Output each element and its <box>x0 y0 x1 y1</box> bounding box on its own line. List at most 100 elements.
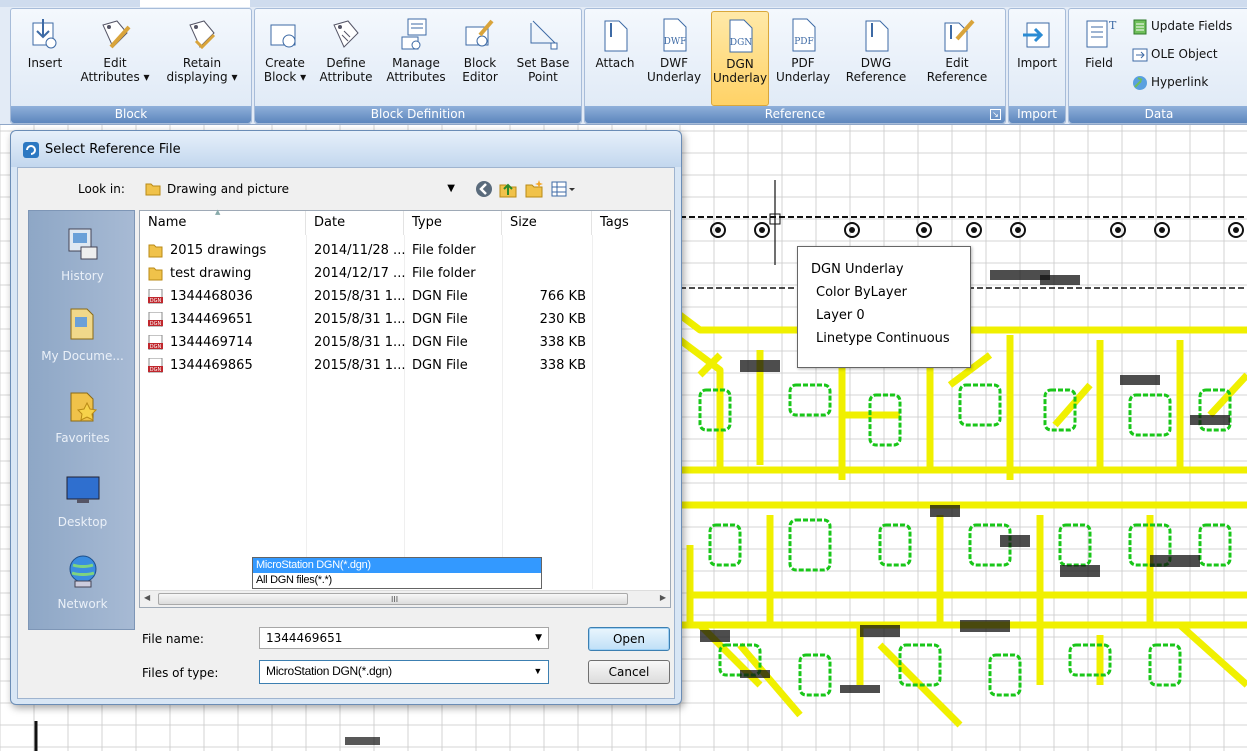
file-row[interactable]: DGN 1344469865 2015/8/31 1... DGN File 338 K… <box>140 354 670 377</box>
pdf-underlay-button[interactable]: PDF PDF Underlay <box>773 11 833 106</box>
column-header-tags[interactable]: Tags <box>592 211 670 235</box>
create-block-icon <box>270 24 296 48</box>
places-favorites-label: Favorites <box>55 431 110 445</box>
file-name-input[interactable]: 1344469651 ▼ <box>259 627 549 649</box>
look-in-dropdown[interactable]: Drawing and picture ▼ <box>139 179 459 201</box>
files-of-type-value: MicroStation DGN(*.dgn) <box>266 664 392 678</box>
file-name-cell: test drawing <box>170 266 252 281</box>
column-header-size[interactable]: Size <box>502 211 592 235</box>
panel-reference: Attach DWF DWF Underlay DGN DGN Underlay… <box>584 8 1006 124</box>
svg-text:DGN: DGN <box>150 367 162 373</box>
file-row[interactable]: DGN 1344469714 2015/8/31 1... DGN File 338 K… <box>140 331 670 354</box>
field-label: Field <box>1085 56 1113 70</box>
places-desktop[interactable]: Desktop <box>29 469 136 529</box>
file-name-cell: 2015 drawings <box>170 243 267 258</box>
scroll-right-icon[interactable]: ▶ <box>660 593 666 602</box>
file-row[interactable]: test drawing 2014/12/17 ... File folder <box>140 262 670 285</box>
places-my-documents[interactable]: My Docume... <box>29 303 136 363</box>
file-name-cell: 1344468036 <box>170 289 253 304</box>
set-base-point-button[interactable]: Set Base Point <box>509 11 577 106</box>
file-row[interactable]: 2015 drawings 2014/11/28 ... File folder <box>140 239 670 262</box>
field-button[interactable]: T Field <box>1073 11 1125 106</box>
dialog-titlebar[interactable]: Select Reference File <box>11 131 681 167</box>
ribbon: Insert Edit Attributes ▾ Retain displayi… <box>0 0 1247 125</box>
folder-icon <box>148 267 163 281</box>
update-fields-icon <box>1133 19 1147 34</box>
define-attribute-label: Define Attribute <box>319 56 373 84</box>
retain-displaying-label: Retain displaying ▾ <box>166 56 238 84</box>
tooltip-title: DGN Underlay <box>811 262 904 277</box>
file-name-cell: 1344469865 <box>170 358 253 373</box>
attach-button[interactable]: Attach <box>589 11 641 106</box>
dgn-underlay-tooltip: DGN Underlay Color ByLayer Layer 0 Linet… <box>797 246 971 368</box>
scrollbar-thumb[interactable]: III <box>158 593 628 605</box>
create-block-button[interactable]: Create Block ▾ <box>259 11 311 106</box>
svg-text:DGN: DGN <box>150 344 162 350</box>
tooltip-color-row: Color ByLayer <box>816 285 907 300</box>
places-desktop-label: Desktop <box>57 515 108 529</box>
create-block-label: Create Block ▾ <box>263 56 307 84</box>
edit-attributes-button[interactable]: Edit Attributes ▾ <box>79 11 151 106</box>
manage-attributes-button[interactable]: Manage Attributes <box>381 11 451 106</box>
column-header-name[interactable]: Name <box>140 211 306 235</box>
application-window: { "ribbon": { "panels": [ {"label": "Blo… <box>0 0 1247 751</box>
file-name-cell: 1344469651 <box>170 312 253 327</box>
hyperlink-icon <box>1133 75 1147 90</box>
file-date-cell: 2014/12/17 ... <box>314 266 406 281</box>
files-of-type-dropdown[interactable]: MicroStation DGN(*.dgn) ▼ <box>259 660 549 684</box>
column-header-type[interactable]: Type <box>404 211 502 235</box>
edit-attributes-label: Edit Attributes ▾ <box>80 56 150 84</box>
manage-attributes-icon <box>401 18 427 50</box>
places-network[interactable]: Network <box>29 551 136 611</box>
update-fields-button[interactable]: Update Fields <box>1132 16 1232 36</box>
panel-block-label: Block <box>11 106 251 123</box>
panel-reference-title: Reference <box>764 107 826 121</box>
folder-icon <box>148 244 163 258</box>
up-folder-icon[interactable] <box>498 179 518 199</box>
hyperlink-label: Hyperlink <box>1151 75 1209 89</box>
dwg-reference-icon <box>865 20 889 52</box>
chevron-down-icon[interactable]: ▼ <box>535 628 542 648</box>
dgn-underlay-button[interactable]: DGN DGN Underlay <box>711 11 769 106</box>
dialog-launcher-icon[interactable]: ↘ <box>990 109 1001 120</box>
define-attribute-button[interactable]: Define Attribute <box>313 11 379 106</box>
places-network-label: Network <box>57 597 108 611</box>
chevron-down-icon: ▼ <box>447 183 455 194</box>
look-in-value: Drawing and picture <box>167 182 290 196</box>
ole-object-button[interactable]: OLE Object <box>1132 44 1218 64</box>
view-menu-icon[interactable] <box>550 179 576 199</box>
import-button[interactable]: Import <box>1011 11 1063 106</box>
import-icon <box>1023 22 1050 48</box>
file-size-cell: 338 KB <box>539 335 586 350</box>
horizontal-scrollbar[interactable]: ◀ III ▶ <box>140 590 670 607</box>
dwg-reference-button[interactable]: DWG Reference <box>837 11 915 106</box>
type-option-all[interactable]: All DGN files(*.*) <box>253 573 541 588</box>
file-list[interactable]: Name Date Type Size Tags ▲ 2015 drawings… <box>139 208 671 608</box>
edit-reference-button[interactable]: Edit Reference <box>919 11 995 106</box>
dwf-underlay-button[interactable]: DWF DWF Underlay <box>643 11 705 106</box>
column-header-date[interactable]: Date <box>306 211 404 235</box>
define-attribute-icon <box>333 20 359 48</box>
insert-block-icon <box>32 19 57 49</box>
new-folder-icon[interactable] <box>524 179 544 199</box>
places-favorites[interactable]: Favorites <box>29 385 136 445</box>
tooltip-layer-row: Layer 0 <box>816 308 865 323</box>
select-reference-file-dialog: Select Reference File Look in: Drawing a… <box>10 130 682 705</box>
places-history[interactable]: History <box>29 223 136 283</box>
file-row[interactable]: DGN 1344468036 2015/8/31 1... DGN File 766 K… <box>140 285 670 308</box>
open-button[interactable]: Open <box>588 627 670 651</box>
ribbon-tab-selected[interactable] <box>140 0 250 7</box>
back-icon[interactable] <box>474 179 494 199</box>
hyperlink-button[interactable]: Hyperlink <box>1132 72 1208 92</box>
scroll-left-icon[interactable]: ◀ <box>144 593 150 602</box>
insert-button[interactable]: Insert <box>15 11 75 106</box>
block-editor-button[interactable]: Block Editor <box>455 11 505 106</box>
type-option-dgn[interactable]: MicroStation DGN(*.dgn) <box>253 558 541 573</box>
history-icon <box>68 228 97 260</box>
file-row[interactable]: DGN 1344469651 2015/8/31 1... DGN File 230 K… <box>140 308 670 331</box>
cancel-button[interactable]: Cancel <box>588 660 670 684</box>
retain-displaying-button[interactable]: Retain displaying ▾ <box>157 11 247 106</box>
retain-displaying-icon <box>189 20 216 50</box>
chevron-down-icon[interactable]: ▼ <box>533 661 542 681</box>
panel-import-label: Import <box>1009 106 1065 123</box>
